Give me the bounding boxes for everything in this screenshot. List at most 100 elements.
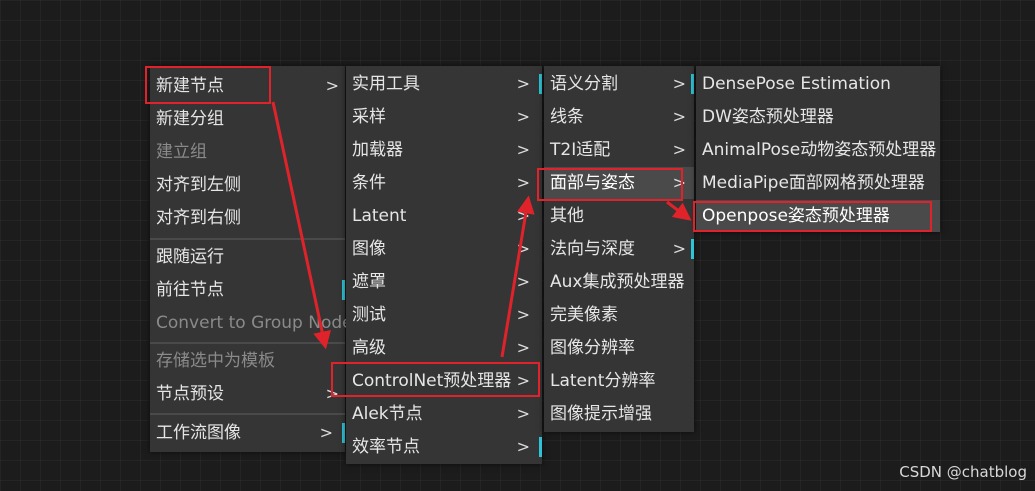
annotation-box-openpose [693,201,932,232]
chevron-right-icon: > [319,423,333,442]
submenu-indicator [691,74,694,94]
menu-item-t2i-adapter[interactable]: T2I适配 > [544,134,694,166]
menu-item-label: 条件 [352,173,386,193]
menu-item-other[interactable]: 其他 [544,200,694,232]
menu-item-label: 法向与深度 [550,239,635,259]
menu-item-node-presets[interactable]: 节点预设 > [150,378,345,410]
menu-item-latent-resolution[interactable]: Latent分辨率 [544,365,694,397]
watermark: CSDN @chatblog [899,463,1027,481]
chevron-right-icon: > [516,338,530,357]
menu-item-label: 语义分割 [550,74,618,94]
menu-item-create-group: 建立组 [150,136,345,168]
menu-item-convert-group-node: Convert to Group Node [150,307,353,339]
chevron-right-icon: > [516,74,530,93]
menu-item-pixel-perfect[interactable]: 完美像素 [544,299,694,331]
menu-item-follow-run[interactable]: 跟随运行 [150,241,345,273]
menu-item-label: 跟随运行 [156,247,224,267]
menu-item-label: 前往节点 [156,280,224,300]
menu-item-label: 图像分辨率 [550,338,635,358]
menu-item-label: AnimalPose动物姿态预处理器 [702,140,937,160]
menu-item-label: Aux集成预处理器 [550,272,685,292]
submenu-indicator [539,437,542,457]
menu-item-label: 遮罩 [352,272,386,292]
submenu-indicator [539,74,542,94]
menu-item-label: 高级 [352,338,386,358]
menu-item-goto-node[interactable]: 前往节点 [150,274,345,306]
chevron-right-icon: > [516,404,530,423]
chevron-right-icon: > [516,437,530,456]
menu-item-label: 对齐到左侧 [156,175,241,195]
menu-item-label: DW姿态预处理器 [702,107,834,127]
menu-item-label: 新建分组 [156,109,224,129]
submenu-indicator [342,280,345,300]
menu-item-workflow-image[interactable]: 工作流图像 > [150,417,345,449]
menu-item-testing[interactable]: 测试 > [346,299,542,331]
chevron-right-icon: > [516,140,530,159]
chevron-right-icon: > [672,239,686,258]
menu-item-lines[interactable]: 线条 > [544,101,694,133]
annotation-box-new-node [145,66,271,104]
menu-item-label: 实用工具 [352,74,420,94]
menu-item-label: 加载器 [352,140,403,160]
menu-separator [150,342,345,344]
menu-item-label: MediaPipe面部网格预处理器 [702,173,925,193]
chevron-right-icon: > [516,272,530,291]
menu-item-label: Latent [352,206,407,226]
menu-item-label: 建立组 [156,142,207,162]
menu-item-dw-pose-preprocessor[interactable]: DW姿态预处理器 [696,101,940,133]
menu-item-normal-and-depth[interactable]: 法向与深度 > [544,233,694,265]
menu-item-save-template: 存储选中为模板 [150,345,345,377]
submenu-controlnet: 语义分割 > 线条 > T2I适配 > 面部与姿态 > 其他 法向与深度 > Aux集成预… [544,66,694,432]
menu-separator [150,413,345,415]
menu-item-align-right[interactable]: 对齐到右侧 [150,202,345,234]
menu-item-label: T2I适配 [550,140,611,160]
menu-item-label: 测试 [352,305,386,325]
menu-separator [150,238,345,240]
menu-item-label: 工作流图像 [156,423,241,443]
menu-item-animalpose-preprocessor[interactable]: AnimalPose动物姿态预处理器 [696,134,940,166]
menu-item-conditioning[interactable]: 条件 > [346,167,542,199]
annotation-box-controlnet [331,362,540,397]
menu-item-label: Latent分辨率 [550,371,656,391]
menu-item-semantic-segmentation[interactable]: 语义分割 > [544,68,694,100]
menu-item-label: Alek节点 [352,404,423,424]
menu-item-label: 效率节点 [352,437,420,457]
menu-item-mask[interactable]: 遮罩 > [346,266,542,298]
submenu-new-node: 实用工具 > 采样 > 加载器 > 条件 > Latent > 图像 > 遮罩 > 测试 > 高… [346,66,542,464]
menu-item-label: 存储选中为模板 [156,351,275,371]
menu-item-latent[interactable]: Latent > [346,200,542,232]
menu-item-aux-preprocessor[interactable]: Aux集成预处理器 [544,266,694,298]
menu-item-sampling[interactable]: 采样 > [346,101,542,133]
menu-item-align-left[interactable]: 对齐到左侧 [150,169,345,201]
menu-item-advanced[interactable]: 高级 > [346,332,542,364]
menu-item-image[interactable]: 图像 > [346,233,542,265]
menu-item-label: Convert to Group Node [156,313,353,333]
chevron-right-icon: > [325,76,339,95]
menu-item-mediapipe-face-mesh[interactable]: MediaPipe面部网格预处理器 [696,167,940,199]
menu-item-utilities[interactable]: 实用工具 > [346,68,542,100]
chevron-right-icon: > [516,107,530,126]
context-menu-main: 新建节点 > 新建分组 建立组 对齐到左侧 对齐到右侧 跟随运行 前往节点 Con… [150,66,353,452]
chevron-right-icon: > [672,140,686,159]
chevron-right-icon: > [516,206,530,225]
chevron-right-icon: > [516,239,530,258]
menu-item-label: 节点预设 [156,384,224,404]
menu-item-efficiency-nodes[interactable]: 效率节点 > [346,431,542,463]
menu-item-label: 完美像素 [550,305,618,325]
menu-item-label: 线条 [550,107,584,127]
menu-item-densepose-estimation[interactable]: DensePose Estimation [696,68,940,100]
chevron-right-icon: > [516,305,530,324]
menu-item-label: 其他 [550,206,584,226]
menu-item-new-group[interactable]: 新建分组 [150,103,345,135]
menu-item-alek-nodes[interactable]: Alek节点 > [346,398,542,430]
chevron-right-icon: > [672,107,686,126]
annotation-box-face-pose [537,168,683,201]
menu-item-label: 对齐到右侧 [156,208,241,228]
menu-item-image-resolution[interactable]: 图像分辨率 [544,332,694,364]
submenu-indicator [691,239,694,259]
menu-item-loaders[interactable]: 加载器 > [346,134,542,166]
menu-item-image-prompt-enhance[interactable]: 图像提示增强 [544,398,694,430]
chevron-right-icon: > [516,173,530,192]
submenu-indicator [342,423,345,443]
menu-item-label: 采样 [352,107,386,127]
